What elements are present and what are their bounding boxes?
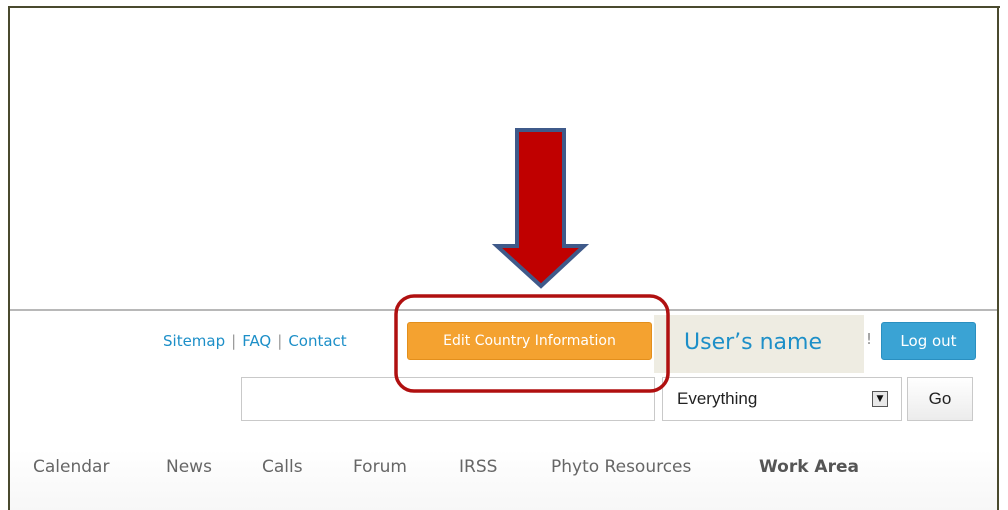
link-separator: | bbox=[231, 332, 237, 350]
search-scope-select[interactable]: Everything bbox=[662, 377, 902, 421]
down-arrow-icon bbox=[491, 128, 590, 289]
search-scope-value: Everything bbox=[677, 389, 758, 408]
utility-links: Sitemap | FAQ | Contact bbox=[163, 330, 347, 352]
nav-item-irss[interactable]: IRSS bbox=[459, 457, 497, 477]
nav-item-phyto-resources[interactable]: Phyto Resources bbox=[551, 457, 691, 477]
nav-item-calendar[interactable]: Calendar bbox=[33, 457, 109, 477]
go-button[interactable]: Go bbox=[907, 377, 973, 421]
sitemap-link[interactable]: Sitemap bbox=[163, 332, 225, 350]
chevron-down-icon[interactable]: ▼ bbox=[872, 391, 888, 407]
logout-button[interactable]: Log out bbox=[881, 322, 976, 360]
nav-item-calls[interactable]: Calls bbox=[262, 457, 303, 477]
edit-country-information-button[interactable]: Edit Country Information bbox=[407, 322, 652, 360]
nav-item-work-area[interactable]: Work Area bbox=[759, 457, 859, 477]
header-divider bbox=[10, 309, 997, 311]
user-name-label: User’s name bbox=[684, 330, 822, 355]
link-separator: | bbox=[277, 332, 283, 350]
greeting-suffix: ! bbox=[866, 330, 873, 348]
frame-border-right bbox=[997, 6, 999, 510]
frame-border-top bbox=[8, 6, 1000, 8]
search-input[interactable] bbox=[241, 377, 655, 421]
nav-item-news[interactable]: News bbox=[166, 457, 212, 477]
faq-link[interactable]: FAQ bbox=[242, 332, 271, 350]
screenshot-frame: Sitemap | FAQ | Contact Edit Country Inf… bbox=[0, 0, 1008, 510]
contact-link[interactable]: Contact bbox=[288, 332, 346, 350]
nav-item-forum[interactable]: Forum bbox=[353, 457, 407, 477]
